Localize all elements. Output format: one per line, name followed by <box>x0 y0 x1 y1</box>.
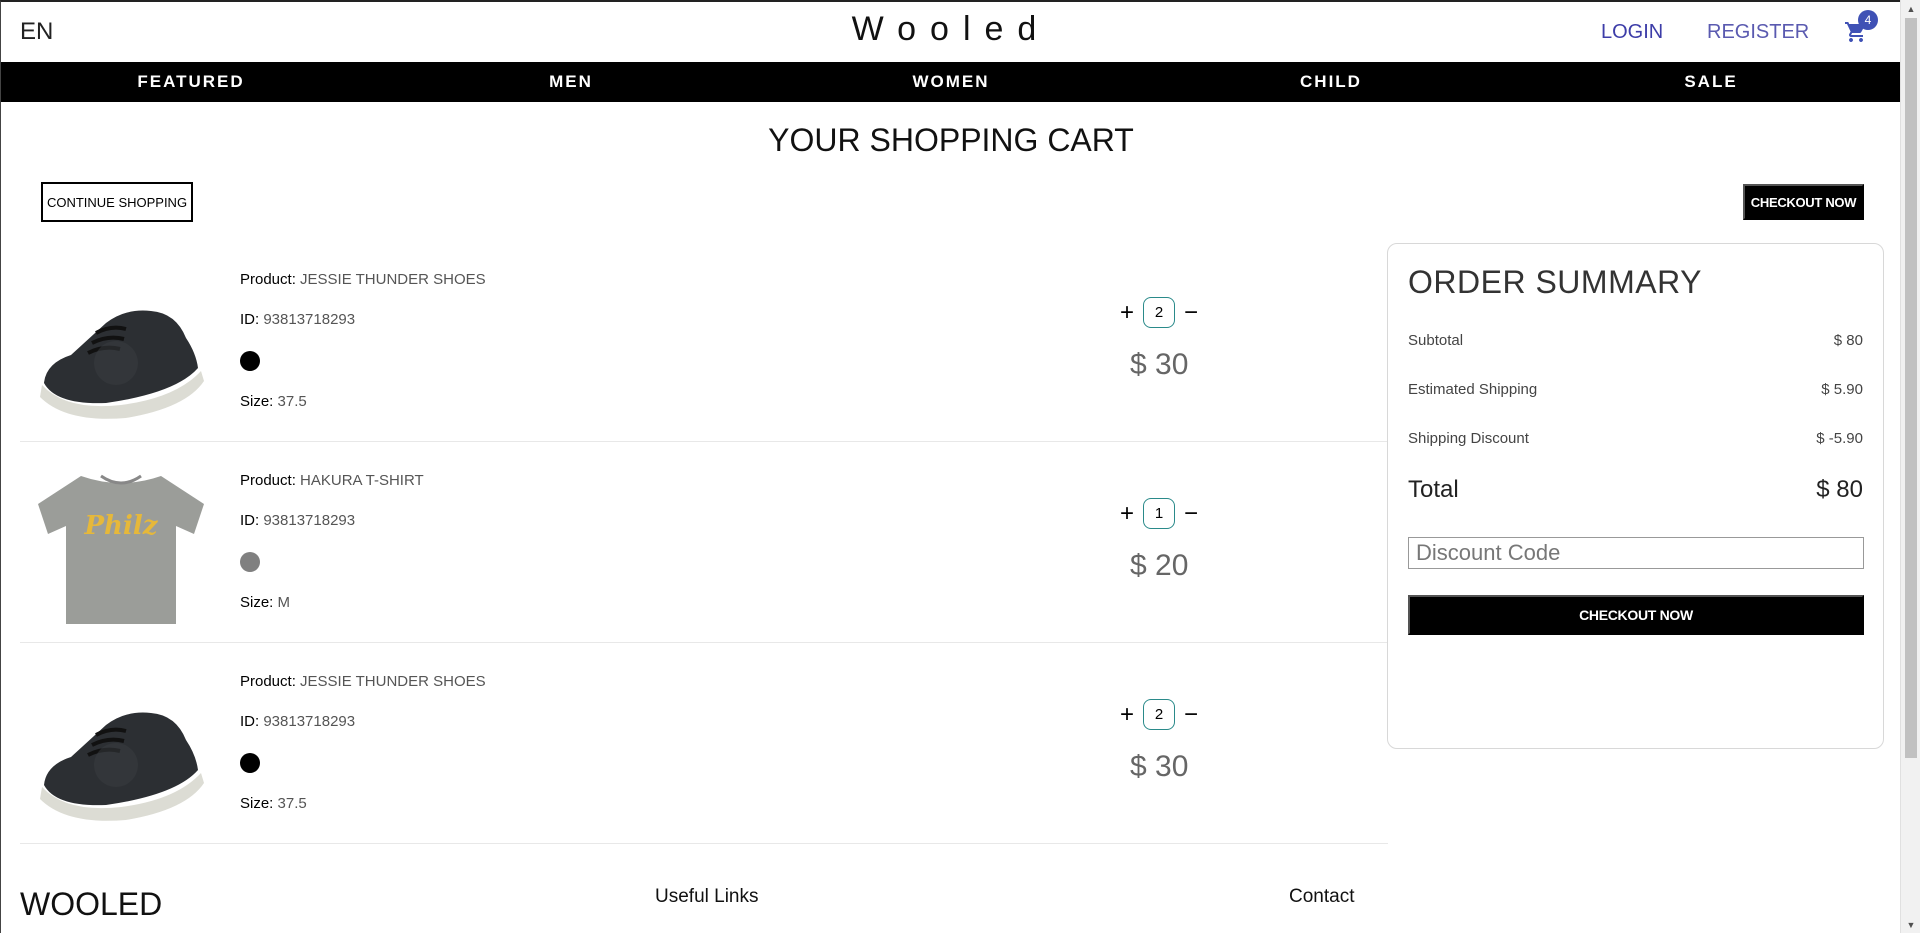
quantity-stepper: + 2 − <box>1115 297 1203 328</box>
shipping-label: Estimated Shipping <box>1408 381 1538 398</box>
tshirt-image: Philz <box>38 474 204 624</box>
login-link[interactable]: LOGIN <box>1601 21 1663 44</box>
cart-item: Philz Product: HAKURA T-SHIRT ID: 938137… <box>20 442 1388 643</box>
item-details: Product: JESSIE THUNDER SHOES ID: 938137… <box>240 673 486 835</box>
total-label: Total <box>1408 476 1459 503</box>
color-swatch <box>240 753 260 773</box>
page: EN Wooled LOGIN REGISTER 4 FEATURED MEN … <box>0 0 1900 933</box>
product-name: HAKURA T-SHIRT <box>300 472 424 489</box>
product-id: 93813718293 <box>263 311 356 328</box>
size-label: Size: <box>240 393 274 410</box>
product-size: M <box>277 594 291 611</box>
cart-button[interactable]: 4 <box>1844 10 1878 46</box>
cart-items: Product: JESSIE THUNDER SHOES ID: 938137… <box>20 241 1388 844</box>
color-swatch <box>240 552 260 572</box>
product-name: JESSIE THUNDER SHOES <box>300 271 486 288</box>
nav-item-featured[interactable]: FEATURED <box>1 62 381 102</box>
cart-item: Product: JESSIE THUNDER SHOES ID: 938137… <box>20 241 1388 442</box>
page-title: YOUR SHOPPING CART <box>768 122 1134 158</box>
checkout-now-button-top[interactable]: CHECKOUT NOW <box>1743 184 1864 220</box>
scrollbar-thumb[interactable] <box>1905 18 1917 758</box>
plus-icon[interactable]: + <box>1115 501 1139 526</box>
footer-logo: WOOLED <box>20 886 163 922</box>
id-label: ID: <box>240 713 260 730</box>
subtotal-value: $ 80 <box>1833 332 1863 349</box>
product-size: 37.5 <box>277 795 307 812</box>
item-price: $ 20 <box>1130 549 1189 582</box>
main-nav: FEATURED MEN WOMEN CHILD SALE <box>1 62 1900 102</box>
discount-label: Shipping Discount <box>1408 430 1529 447</box>
header: EN Wooled LOGIN REGISTER 4 <box>1 2 1900 62</box>
nav-item-child[interactable]: CHILD <box>1141 62 1521 102</box>
register-link[interactable]: REGISTER <box>1707 21 1809 44</box>
nav-item-men[interactable]: MEN <box>381 62 761 102</box>
order-summary-title: ORDER SUMMARY <box>1408 264 1702 300</box>
continue-shopping-button[interactable]: CONTINUE SHOPPING <box>41 182 193 222</box>
order-summary: ORDER SUMMARY Subtotal $ 80 Estimated Sh… <box>1387 243 1884 749</box>
tshirt-print-text: Philz <box>84 511 159 541</box>
plus-icon[interactable]: + <box>1115 702 1139 727</box>
discount-code-input[interactable] <box>1408 537 1864 569</box>
minus-icon[interactable]: − <box>1179 501 1203 526</box>
id-label: ID: <box>240 311 260 328</box>
subtotal-row: Subtotal $ 80 <box>1408 332 1863 349</box>
product-size: 37.5 <box>277 393 307 410</box>
size-label: Size: <box>240 795 274 812</box>
vertical-scrollbar[interactable]: ▲ ▼ <box>1900 0 1920 933</box>
quantity-value: 1 <box>1143 498 1175 529</box>
total-row: Total $ 80 <box>1408 476 1863 504</box>
color-swatch <box>240 351 260 371</box>
item-price: $ 30 <box>1130 348 1189 381</box>
quantity-value: 2 <box>1143 699 1175 730</box>
discount-row: Shipping Discount $ -5.90 <box>1408 430 1863 447</box>
minus-icon[interactable]: − <box>1179 300 1203 325</box>
shipping-row: Estimated Shipping $ 5.90 <box>1408 381 1863 398</box>
product-label: Product: <box>240 271 296 288</box>
cart-item: Product: JESSIE THUNDER SHOES ID: 938137… <box>20 643 1388 844</box>
footer-contact-heading: Contact <box>1289 886 1355 907</box>
cart-count-badge: 4 <box>1858 10 1878 30</box>
shoe-image <box>40 310 204 419</box>
product-label: Product: <box>240 472 296 489</box>
checkout-now-button[interactable]: CHECKOUT NOW <box>1408 595 1864 635</box>
scroll-down-icon[interactable]: ▼ <box>1901 916 1920 933</box>
size-label: Size: <box>240 594 274 611</box>
footer-useful-links-heading: Useful Links <box>655 886 759 907</box>
nav-item-sale[interactable]: SALE <box>1521 62 1900 102</box>
shoe-image <box>40 712 204 821</box>
minus-icon[interactable]: − <box>1179 702 1203 727</box>
product-name: JESSIE THUNDER SHOES <box>300 673 486 690</box>
item-details: Product: JESSIE THUNDER SHOES ID: 938137… <box>240 271 486 433</box>
item-price: $ 30 <box>1130 750 1189 783</box>
shipping-value: $ 5.90 <box>1821 381 1863 398</box>
scroll-up-icon[interactable]: ▲ <box>1901 0 1920 17</box>
product-id: 93813718293 <box>263 512 356 529</box>
total-value: $ 80 <box>1816 476 1863 503</box>
quantity-stepper: + 2 − <box>1115 699 1203 730</box>
nav-item-women[interactable]: WOMEN <box>761 62 1141 102</box>
plus-icon[interactable]: + <box>1115 300 1139 325</box>
discount-value: $ -5.90 <box>1816 430 1863 447</box>
quantity-stepper: + 1 − <box>1115 498 1203 529</box>
quantity-value: 2 <box>1143 297 1175 328</box>
product-id: 93813718293 <box>263 713 356 730</box>
product-label: Product: <box>240 673 296 690</box>
id-label: ID: <box>240 512 260 529</box>
item-details: Product: HAKURA T-SHIRT ID: 93813718293 … <box>240 472 424 634</box>
subtotal-label: Subtotal <box>1408 332 1464 349</box>
